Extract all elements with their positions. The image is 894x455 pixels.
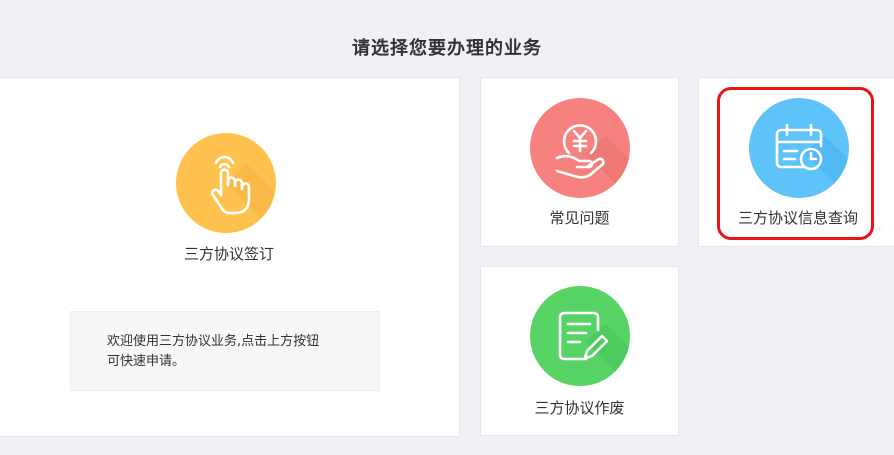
hand-pointer-icon [211, 155, 276, 233]
faq-icon-circle [530, 98, 630, 198]
sign-icon-circle [176, 133, 276, 233]
query-icon-circle [749, 98, 849, 198]
document-edit-icon [558, 311, 630, 386]
faq-label: 常见问题 [549, 209, 610, 227]
welcome-text-line2: 可快速申请。 [107, 354, 186, 369]
faq-card[interactable]: 常见问题 [480, 77, 679, 247]
yuan-coin-hand-icon [555, 124, 630, 198]
agreement-query-card[interactable]: 三方协议信息查询 [698, 77, 894, 247]
agreement-cancel-label: 三方协议作废 [534, 399, 625, 417]
agreement-query-label: 三方协议信息查询 [737, 209, 858, 227]
calendar-clock-icon [775, 123, 849, 198]
page-title: 请选择您要办理的业务 [352, 38, 542, 59]
sign-agreement-label: 三方协议签订 [183, 245, 274, 263]
agreement-cancel-card[interactable]: 三方协议作废 [480, 266, 679, 436]
welcome-info-box: 欢迎使用三方协议业务,点击上方按钮 可快速申请。 [70, 311, 380, 391]
cancel-icon-circle [530, 286, 630, 386]
welcome-text-line1: 欢迎使用三方协议业务,点击上方按钮 [107, 334, 320, 349]
